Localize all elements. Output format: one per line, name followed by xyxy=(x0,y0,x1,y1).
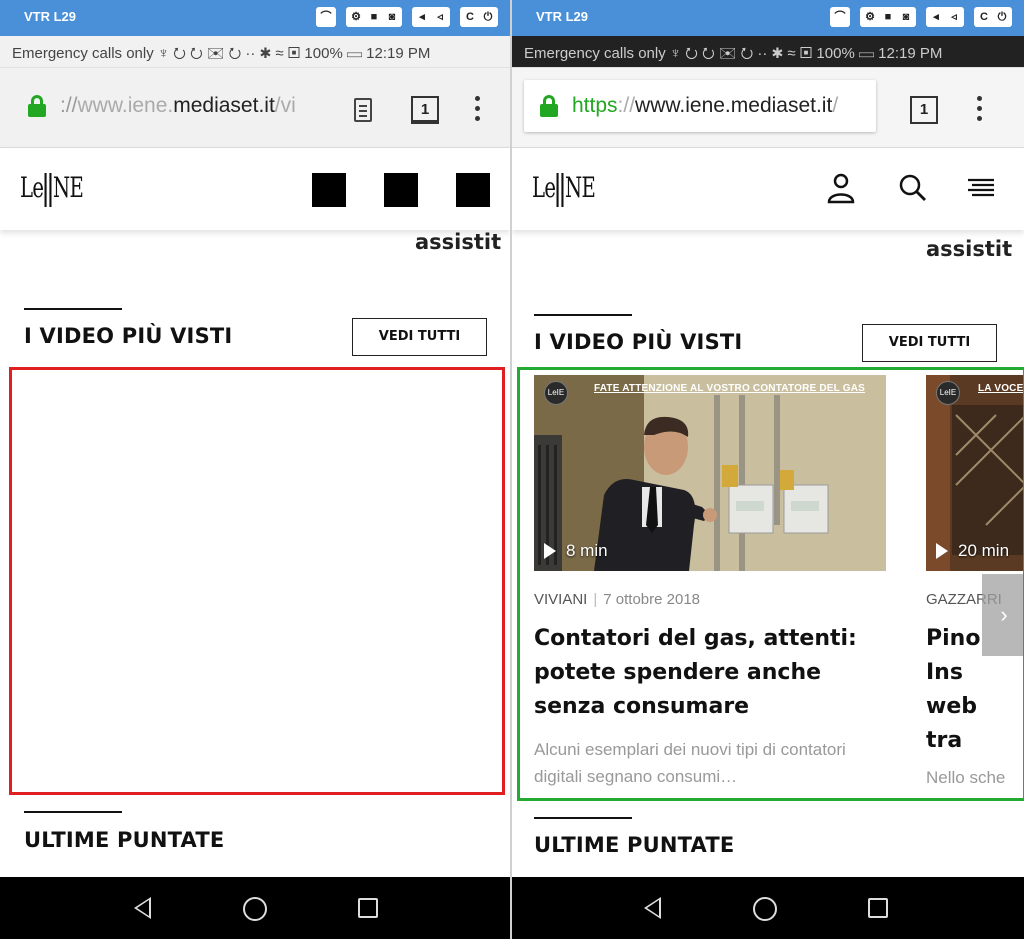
most-viewed-heading: I VIDEO PIÙ VISTI xyxy=(534,330,743,354)
camera-icon[interactable]: ◙ xyxy=(898,9,914,25)
play-icon xyxy=(936,543,948,559)
url-path: / xyxy=(832,94,839,117)
le-iene-thumb-logo: LeIE xyxy=(544,381,568,405)
url-scheme: https xyxy=(572,94,618,117)
search-icon[interactable] xyxy=(896,170,930,206)
url-field[interactable]: :// www.iene. mediaset.it /vi xyxy=(12,80,342,132)
url-field[interactable]: https :// www.iene. mediaset.it / xyxy=(524,80,876,132)
section-rule xyxy=(24,308,122,310)
settings-icon[interactable]: ⚙ xyxy=(862,9,878,25)
le-iene-logo[interactable]: Le NE xyxy=(20,171,84,207)
user-icon[interactable] xyxy=(824,170,858,206)
video-thumbnail[interactable]: LeIE LA VOCE 20 min xyxy=(926,375,1024,571)
status-bar: Emergency calls only ♆ ⭮ ⭮ ✉ ⭮ ·· ✱ ≈ ▣ … xyxy=(0,36,510,68)
thumbnail-caption: LA VOCE xyxy=(978,383,1024,394)
latest-episodes-heading: ULTIME PUNTATE xyxy=(534,833,735,857)
video-icon[interactable]: ■ xyxy=(366,9,382,25)
video-carousel: LeIE FATE ATTENZIONE AL VOSTRO CONTATORE… xyxy=(517,367,1024,801)
headset-icon[interactable]: ⌒ xyxy=(832,9,848,25)
reader-mode-icon[interactable] xyxy=(354,98,372,122)
window-title-bar: VTR L29 ⌒ ⚙ ■ ◙ ◂ ◃ C ⏻ xyxy=(512,0,1024,36)
lock-icon xyxy=(28,95,46,117)
video-description: Nello sche abbiamo f xyxy=(926,768,1006,798)
lock-icon xyxy=(540,95,558,117)
url-domain-prefix: www.iene. xyxy=(77,94,174,117)
menu-icon-placeholder[interactable] xyxy=(456,173,490,207)
partial-heading: assistit xyxy=(926,237,1013,261)
search-icon-placeholder[interactable] xyxy=(384,173,418,207)
see-all-button[interactable]: VEDI TUTTI xyxy=(352,318,487,356)
video-author[interactable]: VIVIANI xyxy=(534,591,587,608)
overflow-menu-icon[interactable] xyxy=(977,96,983,122)
volume-down-icon[interactable]: ◂ xyxy=(928,9,944,25)
back-icon[interactable] xyxy=(134,897,151,919)
volume-up-icon[interactable]: ◃ xyxy=(432,9,448,25)
le-iene-logo[interactable]: Le NE xyxy=(532,171,596,207)
home-icon[interactable] xyxy=(243,897,267,921)
play-icon xyxy=(544,543,556,559)
section-rule xyxy=(534,817,632,819)
video-duration: 8 min xyxy=(544,541,608,561)
hamburger-menu-icon[interactable] xyxy=(964,170,998,206)
tab-switcher-button[interactable]: 1 xyxy=(411,96,439,124)
left-phone-screen: VTR L29 ⌒ ⚙ ■ ◙ ◂ ◃ C ⏻ Emergency calls … xyxy=(0,0,510,939)
volume-up-icon[interactable]: ◃ xyxy=(946,9,962,25)
window-title-bar: VTR L29 ⌒ ⚙ ■ ◙ ◂ ◃ C ⏻ xyxy=(0,0,510,36)
video-card[interactable]: LeIE FATE ATTENZIONE AL VOSTRO CONTATORE… xyxy=(534,375,886,790)
url-domain: mediaset.it xyxy=(730,94,833,117)
user-icon-placeholder[interactable] xyxy=(312,173,346,207)
most-viewed-heading: I VIDEO PIÙ VISTI xyxy=(24,324,233,348)
volume-down-icon[interactable]: ◂ xyxy=(414,9,430,25)
right-phone-screen: VTR L29 ⌒ ⚙ ■ ◙ ◂ ◃ C ⏻ Emergency calls … xyxy=(510,0,1024,939)
duration-text: 20 min xyxy=(958,541,1010,560)
android-nav-bar xyxy=(512,877,1024,939)
rotate-icon[interactable]: C xyxy=(976,9,992,25)
video-thumbnail[interactable]: LeIE FATE ATTENZIONE AL VOSTRO CONTATORE… xyxy=(534,375,886,571)
back-icon[interactable] xyxy=(644,897,661,919)
url-domain: mediaset.it xyxy=(173,94,275,117)
video-title[interactable]: Contatori del gas, attenti: potete spend… xyxy=(534,622,886,724)
video-meta: VIVIANI | 7 ottobre 2018 xyxy=(534,591,701,608)
overflow-menu-icon[interactable] xyxy=(475,96,481,122)
section-rule xyxy=(534,314,632,316)
video-date: 7 ottobre 2018 xyxy=(603,591,701,608)
recents-icon[interactable] xyxy=(358,898,378,918)
settings-icon[interactable]: ⚙ xyxy=(348,9,364,25)
url-scheme: :// xyxy=(60,94,78,117)
url-path: /vi xyxy=(274,94,296,117)
android-nav-bar xyxy=(0,877,510,939)
window-title: VTR L29 xyxy=(24,9,77,24)
section-rule xyxy=(24,811,122,813)
camera-icon[interactable]: ◙ xyxy=(384,9,400,25)
video-duration: 20 min xyxy=(936,541,1009,561)
status-bar: Emergency calls only ♆ ⭮ ⭮ ✉ ⭮ ·· ✱ ≈ ▣ … xyxy=(512,36,1024,68)
le-iene-thumb-logo: LeIE xyxy=(936,381,960,405)
video-description: Alcuni esemplari dei nuovi tipi di conta… xyxy=(534,740,846,786)
url-domain-prefix: www.iene. xyxy=(635,94,731,117)
power-icon[interactable]: ⏻ xyxy=(480,9,496,25)
power-icon[interactable]: ⏻ xyxy=(994,9,1010,25)
latest-episodes-heading: ULTIME PUNTATE xyxy=(24,828,225,852)
window-toolbar: ⌒ ⚙ ■ ◙ ◂ ◃ C ⏻ xyxy=(310,7,498,27)
window-title: VTR L29 xyxy=(536,9,589,24)
browser-toolbar: https :// www.iene. mediaset.it / 1 xyxy=(512,68,1024,148)
headset-icon[interactable]: ⌒ xyxy=(318,9,334,25)
rotate-icon[interactable]: C xyxy=(462,9,478,25)
video-icon[interactable]: ■ xyxy=(880,9,896,25)
window-toolbar: ⌒ ⚙ ■ ◙ ◂ ◃ C ⏻ xyxy=(824,7,1012,27)
see-all-button[interactable]: VEDI TUTTI xyxy=(862,324,997,362)
recents-icon[interactable] xyxy=(868,898,888,918)
carousel-next-button[interactable]: › xyxy=(982,574,1023,656)
home-icon[interactable] xyxy=(753,897,777,921)
duration-text: 8 min xyxy=(566,541,608,560)
video-carousel-empty xyxy=(9,367,505,795)
partial-heading: assistit xyxy=(415,230,502,254)
browser-toolbar: :// www.iene. mediaset.it /vi 1 xyxy=(0,68,510,148)
site-header: Le NE xyxy=(512,148,1024,230)
site-header: Le NE xyxy=(0,148,510,230)
thumbnail-caption: FATE ATTENZIONE AL VOSTRO CONTATORE DEL … xyxy=(594,383,866,394)
url-separator: :// xyxy=(617,94,636,117)
tab-switcher-button[interactable]: 1 xyxy=(910,96,938,124)
